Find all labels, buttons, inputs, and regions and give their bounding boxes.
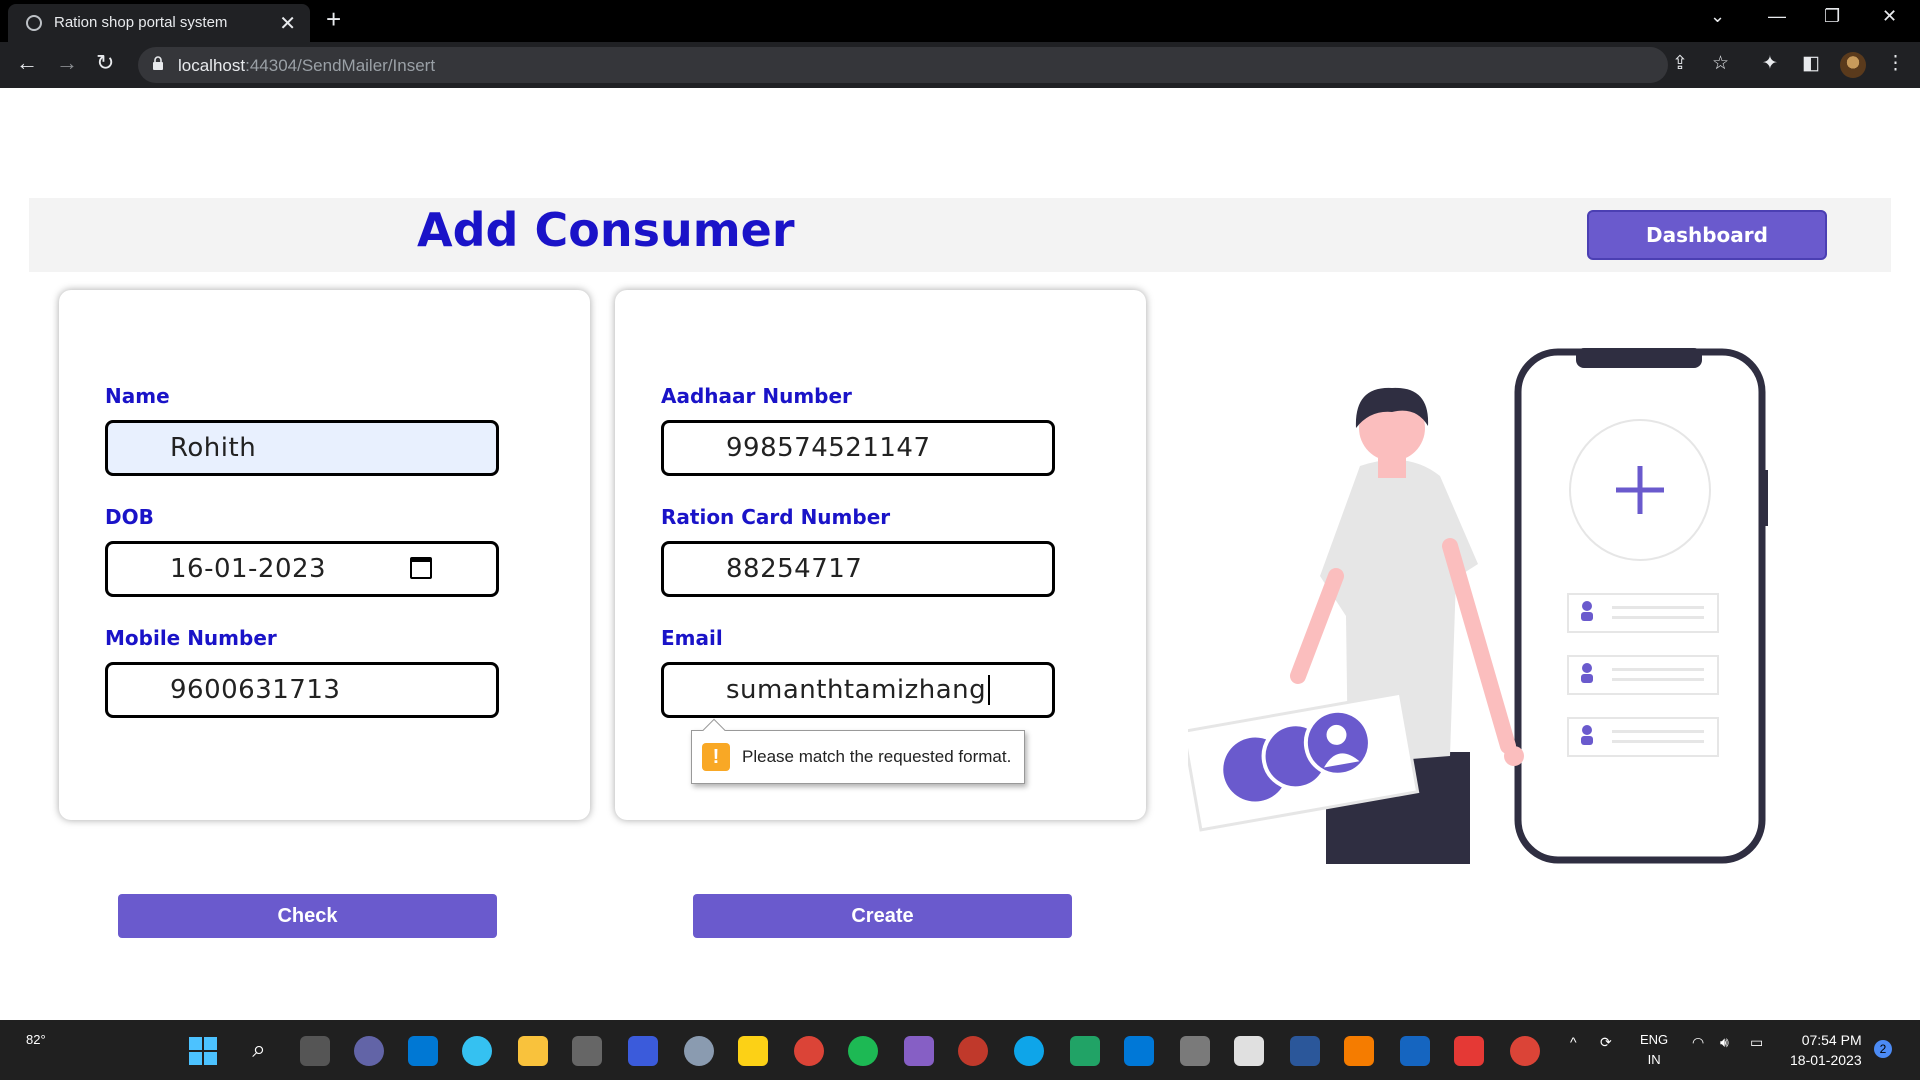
close-tab-icon[interactable]: ✕ xyxy=(279,11,296,36)
page-header: Add Consumer Dashboard xyxy=(29,198,1891,272)
close-window-icon[interactable]: ✕ xyxy=(1882,6,1897,27)
tab-search-icon[interactable]: ⌄ xyxy=(1710,6,1725,27)
warning-icon: ! xyxy=(702,743,730,771)
email-label: Email xyxy=(661,626,723,650)
url-text: localhost:44304/SendMailer/Insert xyxy=(178,56,436,75)
name-input[interactable]: Rohith xyxy=(105,420,499,476)
back-icon[interactable]: ← xyxy=(16,50,38,76)
phone-notch xyxy=(1576,348,1702,368)
app-star-icon[interactable] xyxy=(1400,1036,1430,1066)
globe-icon xyxy=(26,15,42,31)
validation-tooltip: ! Please match the requested format. xyxy=(691,718,1025,784)
edge-icon[interactable] xyxy=(462,1036,492,1066)
profile-avatar[interactable] xyxy=(1840,52,1866,78)
chrome-active-icon[interactable] xyxy=(1510,1036,1540,1066)
windows-taskbar: 82° ⌕ ^ ⟳ ENG IN ◠ 🔊︎ ▭ 07:54 PM 18-01-2… xyxy=(0,1020,1920,1080)
mobile-value: 9600631713 xyxy=(170,675,341,705)
reload-icon[interactable]: ↻ xyxy=(96,50,114,76)
calendar-icon[interactable] xyxy=(410,557,432,579)
new-tab-icon[interactable]: + xyxy=(326,4,341,35)
validation-message: Please match the requested format. xyxy=(742,747,1012,766)
settings-icon[interactable] xyxy=(684,1036,714,1066)
word-icon[interactable] xyxy=(1290,1036,1320,1066)
clock[interactable]: 07:54 PM 18-01-2023 xyxy=(1790,1030,1862,1070)
dob-label: DOB xyxy=(105,505,154,529)
extensions-icon[interactable]: ✦ xyxy=(1762,52,1778,75)
identity-details-card: Aadhaar Number 998574521147 Ration Card … xyxy=(615,290,1146,820)
search-icon[interactable]: ⌕ xyxy=(244,1036,274,1066)
git-icon[interactable] xyxy=(1454,1036,1484,1066)
sticky-notes-icon[interactable] xyxy=(738,1036,768,1066)
mobile-label: Mobile Number xyxy=(105,626,277,650)
aadhaar-label: Aadhaar Number xyxy=(661,384,852,408)
side-panel-icon[interactable]: ◧ xyxy=(1802,52,1820,75)
calculator-icon[interactable] xyxy=(1180,1036,1210,1066)
start-icon[interactable] xyxy=(188,1036,218,1066)
dob-input[interactable]: 16-01-2023 xyxy=(105,541,499,597)
notification-badge[interactable]: 2 xyxy=(1874,1040,1892,1058)
browser-tab[interactable]: Ration shop portal system ✕ xyxy=(8,4,310,42)
phone-button xyxy=(1762,470,1768,526)
browser-tab-bar: Ration shop portal system ✕ + ⌄ — ❐ ✕ xyxy=(0,0,1920,42)
forward-icon[interactable]: → xyxy=(56,50,78,76)
ration-card-label: Ration Card Number xyxy=(661,505,891,529)
share-icon[interactable]: ⇪ xyxy=(1672,52,1688,75)
battery-icon[interactable]: ▭ xyxy=(1750,1034,1763,1051)
unity-icon[interactable] xyxy=(572,1036,602,1066)
file-explorer-icon[interactable] xyxy=(518,1036,548,1066)
text-caret xyxy=(988,675,991,705)
skype-icon[interactable] xyxy=(1014,1036,1044,1066)
clock-time: 07:54 PM xyxy=(1801,1032,1862,1048)
menu-icon[interactable]: ⋮ xyxy=(1886,52,1905,75)
task-view-icon[interactable] xyxy=(300,1036,330,1066)
name-label: Name xyxy=(105,384,170,408)
language-indicator[interactable]: ENG IN xyxy=(1640,1030,1668,1070)
minimize-icon[interactable]: — xyxy=(1768,6,1786,27)
mobile-input[interactable]: 9600631713 xyxy=(105,662,499,718)
excel-icon[interactable] xyxy=(1070,1036,1100,1066)
vscode-icon[interactable] xyxy=(1124,1036,1154,1066)
lock-icon xyxy=(153,56,163,70)
add-user-illustration xyxy=(1188,348,1768,864)
email-value: sumanthtamizhang xyxy=(726,675,987,705)
address-bar[interactable]: localhost:44304/SendMailer/Insert xyxy=(138,47,1668,83)
clock-date: 18-01-2023 xyxy=(1790,1052,1862,1068)
contact-rows xyxy=(1567,593,1719,757)
chrome-icon[interactable] xyxy=(794,1036,824,1066)
app-orange-icon[interactable] xyxy=(1344,1036,1374,1066)
app-icon[interactable] xyxy=(628,1036,658,1066)
name-value: Rohith xyxy=(170,433,257,463)
tooltip-tail xyxy=(702,718,726,742)
region-code: IN xyxy=(1647,1052,1661,1067)
wifi-icon[interactable]: ◠ xyxy=(1692,1034,1704,1051)
dob-value: 16-01-2023 xyxy=(170,554,327,584)
aadhaar-input[interactable]: 998574521147 xyxy=(661,420,1055,476)
weather-widget[interactable]: 82° xyxy=(26,1032,46,1047)
browser-toolbar: ← → ↻ localhost:44304/SendMailer/Insert … xyxy=(0,42,1920,88)
dashboard-button[interactable]: Dashboard xyxy=(1587,210,1827,260)
store-icon[interactable] xyxy=(408,1036,438,1066)
page-title: Add Consumer xyxy=(417,203,795,257)
chevron-up-icon[interactable]: ^ xyxy=(1570,1034,1577,1050)
create-button[interactable]: Create xyxy=(693,894,1072,938)
language-code: ENG xyxy=(1640,1032,1669,1047)
spotify-icon[interactable] xyxy=(848,1036,878,1066)
personal-details-card: Name Rohith DOB 16-01-2023 Mobile Number… xyxy=(59,290,590,820)
visual-studio-icon[interactable] xyxy=(904,1036,934,1066)
ration-card-input[interactable]: 88254717 xyxy=(661,541,1055,597)
email-input[interactable]: sumanthtamizhang xyxy=(661,662,1055,718)
sync-icon[interactable]: ⟳ xyxy=(1600,1034,1612,1051)
aadhaar-value: 998574521147 xyxy=(726,433,931,463)
chat-icon[interactable] xyxy=(354,1036,384,1066)
chrome-canary-icon[interactable] xyxy=(958,1036,988,1066)
volume-icon[interactable]: 🔊︎ xyxy=(1720,1034,1729,1051)
restore-icon[interactable]: ❐ xyxy=(1824,6,1840,27)
check-button[interactable]: Check xyxy=(118,894,497,938)
bookmark-star-icon[interactable]: ☆ xyxy=(1712,52,1729,75)
tab-title: Ration shop portal system xyxy=(54,14,228,31)
ration-card-value: 88254717 xyxy=(726,554,863,584)
python-icon[interactable] xyxy=(1234,1036,1264,1066)
